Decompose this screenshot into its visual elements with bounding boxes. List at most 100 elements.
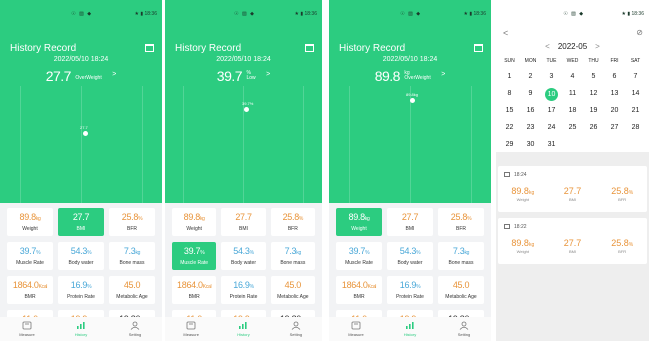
metric-body-water[interactable]: 54.3% Body water [387, 242, 433, 270]
tab-history[interactable]: History [383, 317, 437, 341]
weekday-label: TUE [546, 58, 557, 64]
grid-line [303, 86, 304, 203]
metric-bmi[interactable]: 27.7 BMI [58, 208, 104, 236]
big-value: 27.7 [45, 68, 72, 84]
chart-bars-icon [77, 322, 85, 329]
tab-measure[interactable]: Measure [329, 317, 383, 341]
metric-bfr[interactable]: 25.8% BFR [270, 208, 315, 236]
calendar-day[interactable]: 12 [583, 88, 604, 100]
calendar-day[interactable]: 6 [604, 71, 625, 83]
calendar-day[interactable]: 30 [520, 139, 541, 151]
status-indicators: ☉ ▨ ◆ [234, 11, 255, 17]
metric-bmi[interactable]: 27.7 BMI [221, 208, 266, 236]
edit-icon[interactable]: ⊘ [636, 28, 643, 37]
calendar-day[interactable]: 17 [541, 105, 562, 117]
calendar-day[interactable]: 13 [604, 88, 625, 100]
metric-muscle-rate[interactable]: 39.7% Muscle Rate [7, 242, 53, 270]
calendar-day[interactable]: 22 [499, 122, 520, 134]
grid-line [183, 86, 184, 203]
grid-line [20, 86, 21, 203]
metric-bmi[interactable]: 27.7 BMI [387, 208, 433, 236]
calendar-day[interactable]: 29 [499, 139, 520, 151]
metric-weight[interactable]: 89.8kg Weight [7, 208, 53, 236]
record-card[interactable]: 18:22 89.8kg Weight 27.7 BMI 25.8% BFR [498, 218, 647, 264]
data-point[interactable] [244, 107, 249, 112]
metric-bfr[interactable]: 25.8% BFR [109, 208, 155, 236]
calendar-day[interactable]: 31 [541, 139, 562, 151]
calendar-icon[interactable] [305, 44, 314, 52]
record-date: 2022/05/10 18:24 [216, 56, 271, 63]
metric-bone-mass[interactable]: 7.3kg Bone mass [270, 242, 315, 270]
user-icon [291, 321, 301, 330]
calendar-day[interactable]: 14 [625, 88, 646, 100]
metric-metabolic-age[interactable]: 45.0 Metabolic Age [270, 276, 315, 304]
prev-month-button[interactable]: < [545, 42, 550, 51]
calendar-day[interactable]: 2 [520, 71, 541, 83]
metric-weight[interactable]: 89.8kg Weight [336, 208, 382, 236]
grid-line [410, 86, 411, 203]
calendar-day[interactable]: 15 [499, 105, 520, 117]
calendar-day[interactable]: 20 [604, 105, 625, 117]
record-weight: 89.8kg Weight [511, 186, 535, 202]
calendar-day[interactable]: 24 [541, 122, 562, 134]
calendar-day[interactable]: 11 [562, 88, 583, 100]
record-time: 18:22 [504, 224, 527, 230]
metric-bmr[interactable]: 1864.0Kcal BMR [7, 276, 53, 304]
calendar-day[interactable]: 19 [583, 105, 604, 117]
metric-bfr[interactable]: 25.8% BFR [438, 208, 484, 236]
tab-measure[interactable]: Measure [0, 317, 54, 341]
calendar-day[interactable]: 3 [541, 71, 562, 83]
calendar-day[interactable]: 18 [562, 105, 583, 117]
calendar-day[interactable]: 7 [625, 71, 646, 83]
calendar-day[interactable]: 9 [520, 88, 541, 100]
metric-bmr[interactable]: 1864.0Kcal BMR [336, 276, 382, 304]
calendar-day[interactable]: 1 [499, 71, 520, 83]
calendar-day[interactable]: 28 [625, 122, 646, 134]
tab-history[interactable]: History [54, 317, 108, 341]
metric-metabolic-age[interactable]: 45.0 Metabolic Age [109, 276, 155, 304]
calendar-day[interactable]: 23 [520, 122, 541, 134]
big-status: Low [246, 75, 256, 81]
data-point[interactable] [410, 98, 415, 103]
calendar-icon[interactable] [145, 44, 154, 52]
scale-icon [22, 321, 32, 330]
chevron-right-icon[interactable]: > [441, 71, 445, 78]
status-bar: ☉ ▨ ◆ ★ ▮ 18:36 [496, 0, 649, 28]
calendar-day[interactable]: 10 [541, 88, 562, 101]
tab-setting[interactable]: Setting [108, 317, 162, 341]
calendar-day[interactable]: 27 [604, 122, 625, 134]
metric-muscle-rate[interactable]: 39.7% Muscle Rate [172, 242, 217, 270]
back-button[interactable]: < [503, 28, 508, 38]
calendar-day[interactable]: 26 [583, 122, 604, 134]
data-point[interactable] [83, 131, 88, 136]
tab-measure[interactable]: Measure [165, 317, 217, 341]
calendar-day[interactable]: 21 [625, 105, 646, 117]
metric-bone-mass[interactable]: 7.3kg Bone mass [438, 242, 484, 270]
metric-protein-rate[interactable]: 16.9% Protein Rate [58, 276, 104, 304]
metric-bmr[interactable]: 1864.0Kcal BMR [172, 276, 217, 304]
chevron-right-icon[interactable]: > [266, 71, 270, 78]
metric-weight[interactable]: 89.8kg Weight [172, 208, 217, 236]
calendar-day[interactable]: 16 [520, 105, 541, 117]
history-screen-muscle-rate: ☉ ▨ ◆ ★ ▮ 18:36 History Record 2022/05/1… [165, 0, 322, 341]
calendar-day[interactable]: 4 [562, 71, 583, 83]
calendar-day[interactable]: 8 [499, 88, 520, 100]
metric-muscle-rate[interactable]: 39.7% Muscle Rate [336, 242, 382, 270]
metric-protein-rate[interactable]: 16.9% Protein Rate [387, 276, 433, 304]
weekday-label: SAT [630, 58, 641, 64]
calendar-icon[interactable] [474, 44, 483, 52]
tab-setting[interactable]: Setting [437, 317, 491, 341]
tab-setting[interactable]: Setting [270, 317, 322, 341]
grid-line [142, 86, 143, 203]
metric-bone-mass[interactable]: 7.3kg Bone mass [109, 242, 155, 270]
next-month-button[interactable]: > [595, 42, 600, 51]
calendar-day[interactable]: 25 [562, 122, 583, 134]
chevron-right-icon[interactable]: > [112, 71, 116, 78]
metric-body-water[interactable]: 54.3% Body water [221, 242, 266, 270]
record-card[interactable]: 18:24 89.8kg Weight 27.7 BMI 25.8% BFR [498, 166, 647, 212]
tab-history[interactable]: History [217, 317, 269, 341]
metric-metabolic-age[interactable]: 45.0 Metabolic Age [438, 276, 484, 304]
metric-protein-rate[interactable]: 16.9% Protein Rate [221, 276, 266, 304]
calendar-day[interactable]: 5 [583, 71, 604, 83]
metric-body-water[interactable]: 54.3% Body water [58, 242, 104, 270]
